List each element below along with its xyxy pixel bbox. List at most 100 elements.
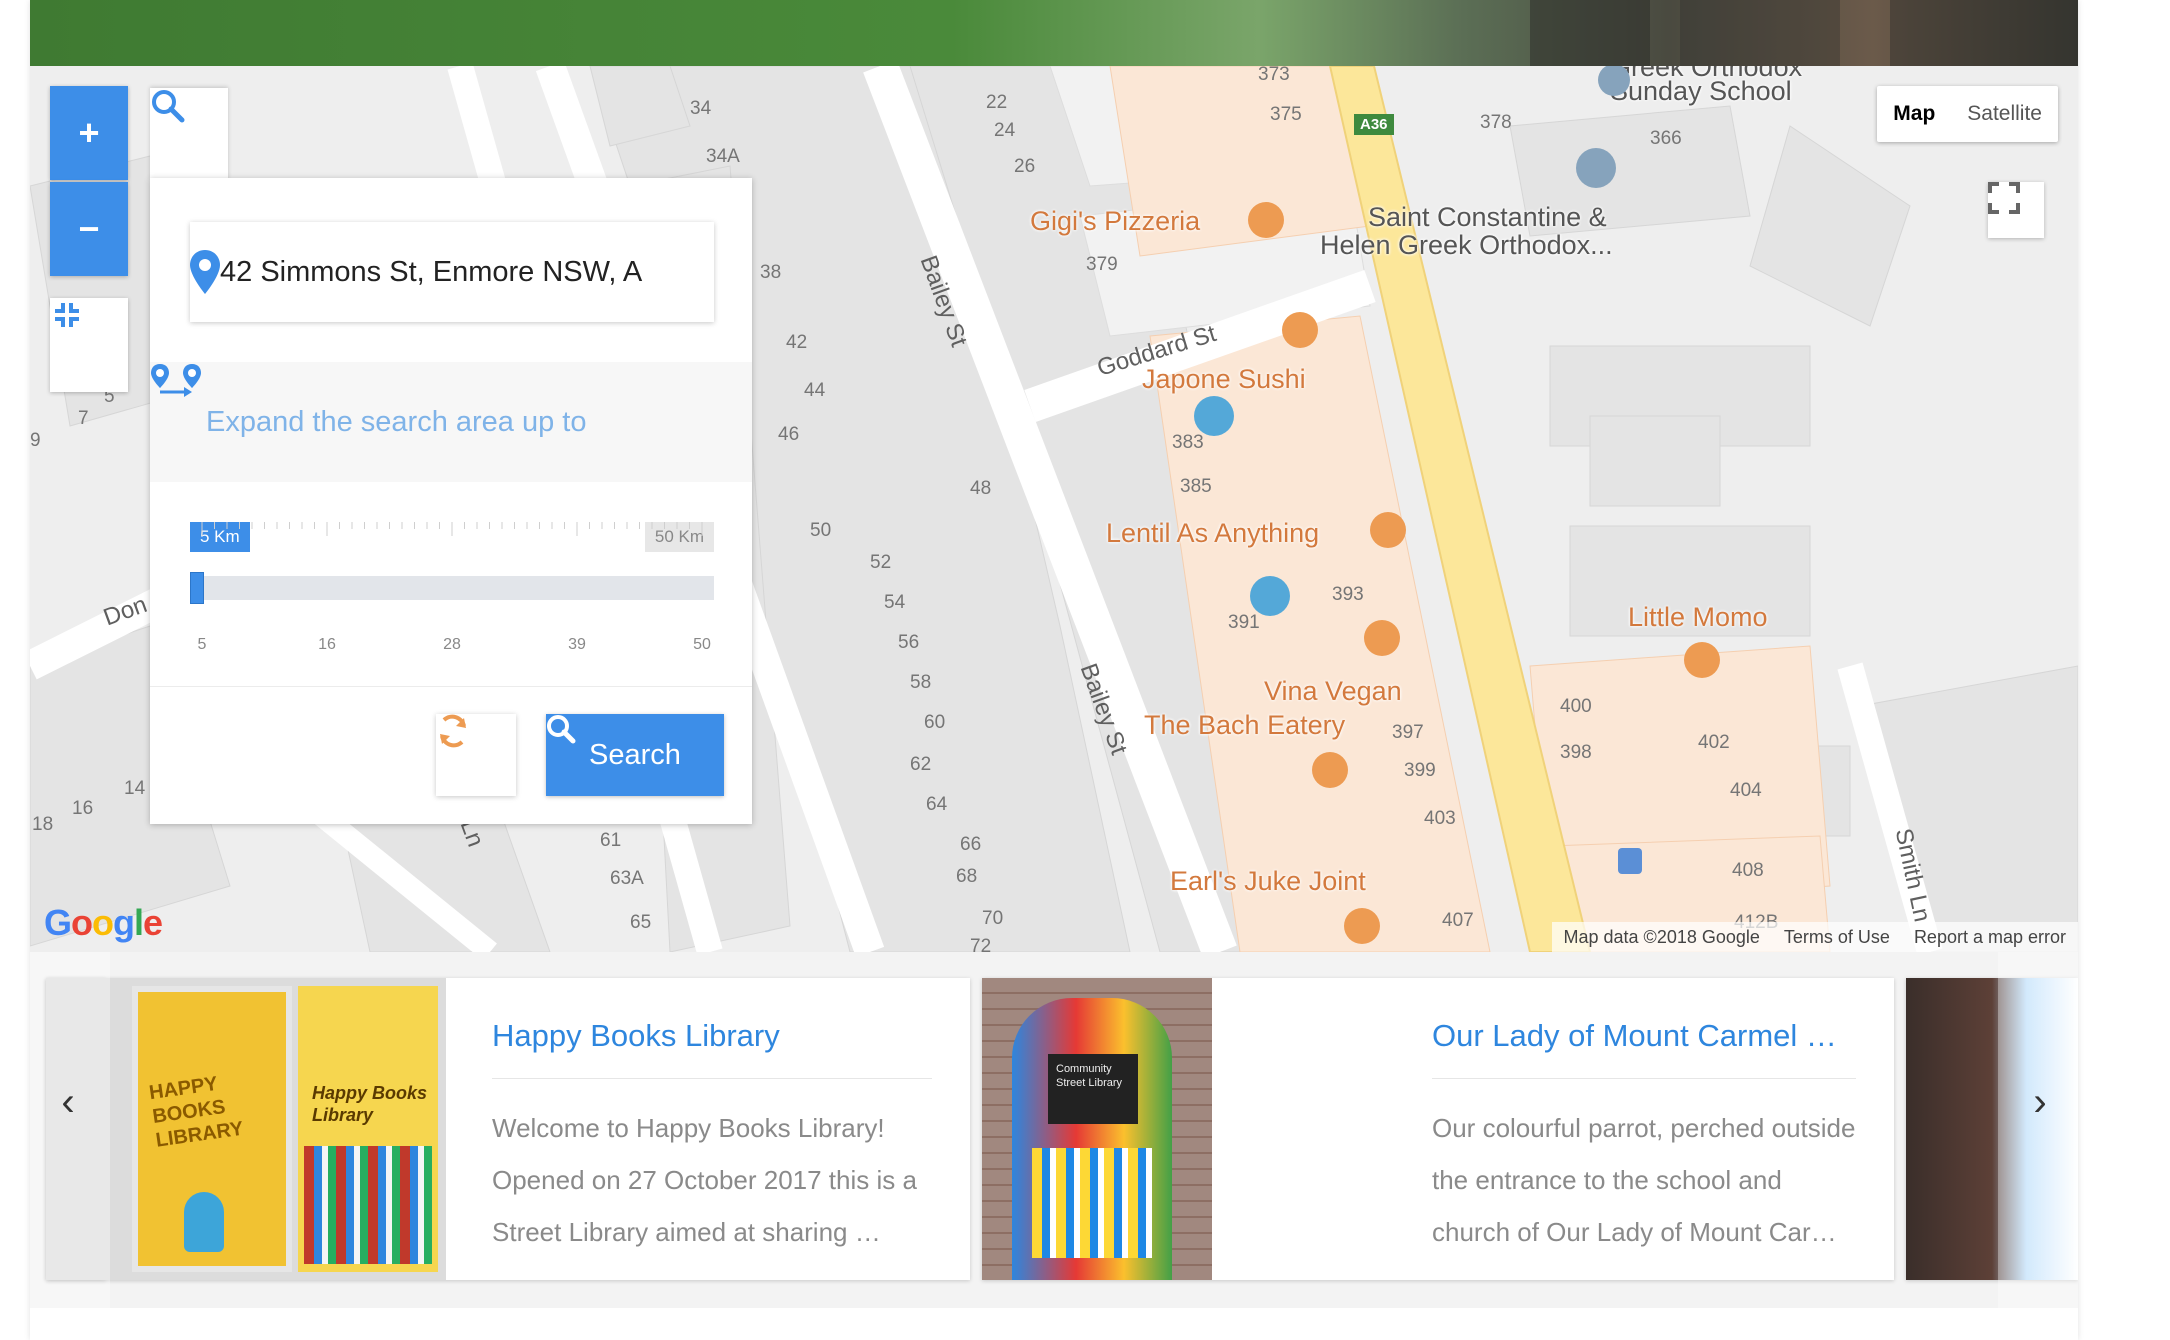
- fullscreen-icon: [1988, 182, 2020, 214]
- expand-search-row: Expand the search area up to: [150, 362, 752, 482]
- house-number: 50: [810, 520, 832, 541]
- poi-label[interactable]: Little Momo: [1628, 602, 1768, 633]
- house-number: 9: [30, 430, 41, 451]
- house-number: 398: [1560, 742, 1592, 763]
- house-number: 65: [630, 912, 652, 933]
- house-number: 7: [78, 408, 89, 429]
- library-box-photo: Community Street Library: [1012, 998, 1172, 1280]
- map-type-satellite-button[interactable]: Satellite: [1951, 86, 2058, 142]
- house-number: 22: [986, 92, 1008, 113]
- house-number: 58: [910, 672, 932, 693]
- house-number: 56: [898, 632, 920, 653]
- house-number: 366: [1650, 128, 1682, 149]
- report-map-error-link[interactable]: Report a map error: [1914, 927, 2066, 948]
- google-logo: Google: [44, 902, 163, 943]
- poi-label[interactable]: Japone Sushi: [1142, 364, 1306, 395]
- map-type-map-button[interactable]: Map: [1877, 86, 1951, 142]
- house-number: 18: [32, 814, 54, 835]
- slider-tick-label: 50: [693, 636, 711, 653]
- library-photo: Community Street Library: [982, 978, 1212, 1280]
- house-number: 70: [982, 908, 1004, 929]
- panel-divider: [150, 686, 752, 687]
- header-image-strip: [30, 0, 2078, 66]
- house-number: 46: [778, 424, 800, 445]
- poi-label[interactable]: Earl's Juke Joint: [1170, 866, 1366, 897]
- house-number: 385: [1180, 476, 1212, 497]
- card-title[interactable]: Our Lady of Mount Carmel C…: [1432, 1018, 1856, 1054]
- address-input[interactable]: 42 Simmons St, Enmore NSW, A: [190, 222, 714, 322]
- house-number: 379: [1086, 254, 1118, 275]
- search-toggle-button[interactable]: [150, 88, 228, 180]
- collapse-button[interactable]: [50, 298, 128, 392]
- house-number: 72: [970, 936, 992, 952]
- house-number: 60: [924, 712, 946, 733]
- zoom-out-button[interactable]: −: [50, 182, 128, 276]
- photo-books: [304, 1146, 432, 1264]
- slider-handle[interactable]: [190, 572, 204, 604]
- radius-slider[interactable]: 5 Km 50 Km 5 16 28 39 50: [190, 522, 714, 653]
- road-shield: A36: [1354, 114, 1394, 135]
- poi-label[interactable]: Vina Vegan: [1264, 676, 1402, 707]
- card-description: Our colourful parrot, perched outside th…: [1432, 1113, 1856, 1247]
- poi-label[interactable]: Gigi's Pizzeria: [1030, 206, 1200, 237]
- card-description: Welcome to Happy Books Library! Opened o…: [492, 1113, 917, 1247]
- search-button[interactable]: Search: [546, 714, 724, 796]
- search-button-label: Search: [589, 738, 681, 771]
- house-number: 38: [760, 262, 782, 283]
- house-number: 403: [1424, 808, 1456, 829]
- page: A36 Bailey St Bailey St Goddard St Smith…: [0, 0, 2170, 1340]
- search-panel: 42 Simmons St, Enmore NSW, A Expand the …: [150, 178, 752, 824]
- house-number: 400: [1560, 696, 1592, 717]
- card-title[interactable]: Happy Books Library: [492, 1018, 932, 1054]
- house-number: 61: [600, 830, 622, 851]
- house-number: 397: [1392, 722, 1424, 743]
- photo-decoration: [184, 1192, 224, 1252]
- zoom-in-button[interactable]: +: [50, 86, 128, 180]
- refresh-icon: [440, 714, 466, 748]
- house-number: 373: [1258, 66, 1290, 85]
- library-box-photo: HAPPY BOOKS LIBRARY: [132, 986, 292, 1272]
- map-canvas[interactable]: A36 Bailey St Bailey St Goddard St Smith…: [30, 66, 2078, 952]
- location-pin-icon[interactable]: [190, 250, 220, 294]
- poi-label[interactable]: Lentil As Anything: [1106, 518, 1319, 549]
- fullscreen-button[interactable]: [1988, 182, 2044, 238]
- slider-tick-label: 28: [443, 636, 461, 653]
- house-number: 42: [786, 332, 808, 353]
- route-pins-icon: [151, 364, 201, 397]
- reset-button[interactable]: [436, 714, 516, 796]
- carousel-next-button[interactable]: ›: [2020, 1062, 2060, 1142]
- photo-books: [1032, 1148, 1152, 1258]
- house-number: 24: [994, 120, 1016, 141]
- house-number: 66: [960, 834, 982, 855]
- collapse-arrows-icon: [55, 303, 79, 327]
- address-value: 42 Simmons St, Enmore NSW, A: [220, 255, 643, 288]
- house-number: 26: [1014, 156, 1036, 177]
- chevron-right-icon: ›: [2033, 1079, 2047, 1124]
- poi-label[interactable]: Sunday School: [1610, 76, 1792, 107]
- carousel-card[interactable]: HAPPY BOOKS LIBRARY Happy Books Library …: [46, 978, 970, 1280]
- header-photo-building: [1680, 0, 1840, 66]
- street-library-map-widget: A36 Bailey St Bailey St Goddard St Smith…: [30, 0, 2078, 1340]
- house-number: 68: [956, 866, 978, 887]
- chevron-left-icon: ‹: [61, 1079, 75, 1124]
- header-photo-building: [1890, 0, 2078, 66]
- house-number: 375: [1270, 104, 1302, 125]
- poi-label[interactable]: The Bach Eatery: [1144, 710, 1345, 741]
- poi-label[interactable]: Saint Constantine &: [1368, 202, 1607, 233]
- house-number: 54: [884, 592, 906, 613]
- photo-sign-text: Happy Books Library: [312, 1083, 428, 1125]
- slider-track[interactable]: [190, 572, 714, 604]
- house-number: 63A: [610, 868, 644, 889]
- header-photo-building: [1530, 0, 1650, 66]
- carousel-card[interactable]: Community Street Library Our Lady of Mou…: [982, 978, 1894, 1280]
- poi-label[interactable]: Helen Greek Orthodox...: [1320, 230, 1613, 261]
- terms-of-use-link[interactable]: Terms of Use: [1784, 927, 1890, 948]
- search-icon: [547, 715, 576, 744]
- photo-sign-text: HAPPY BOOKS LIBRARY: [147, 1072, 245, 1152]
- search-icon: [152, 90, 185, 123]
- carousel-prev-button[interactable]: ‹: [48, 1062, 88, 1142]
- house-number: 62: [910, 754, 932, 775]
- expand-search-label: Expand the search area up to: [206, 405, 587, 438]
- slider-tick-label: 16: [318, 636, 336, 653]
- house-number: 52: [870, 552, 892, 573]
